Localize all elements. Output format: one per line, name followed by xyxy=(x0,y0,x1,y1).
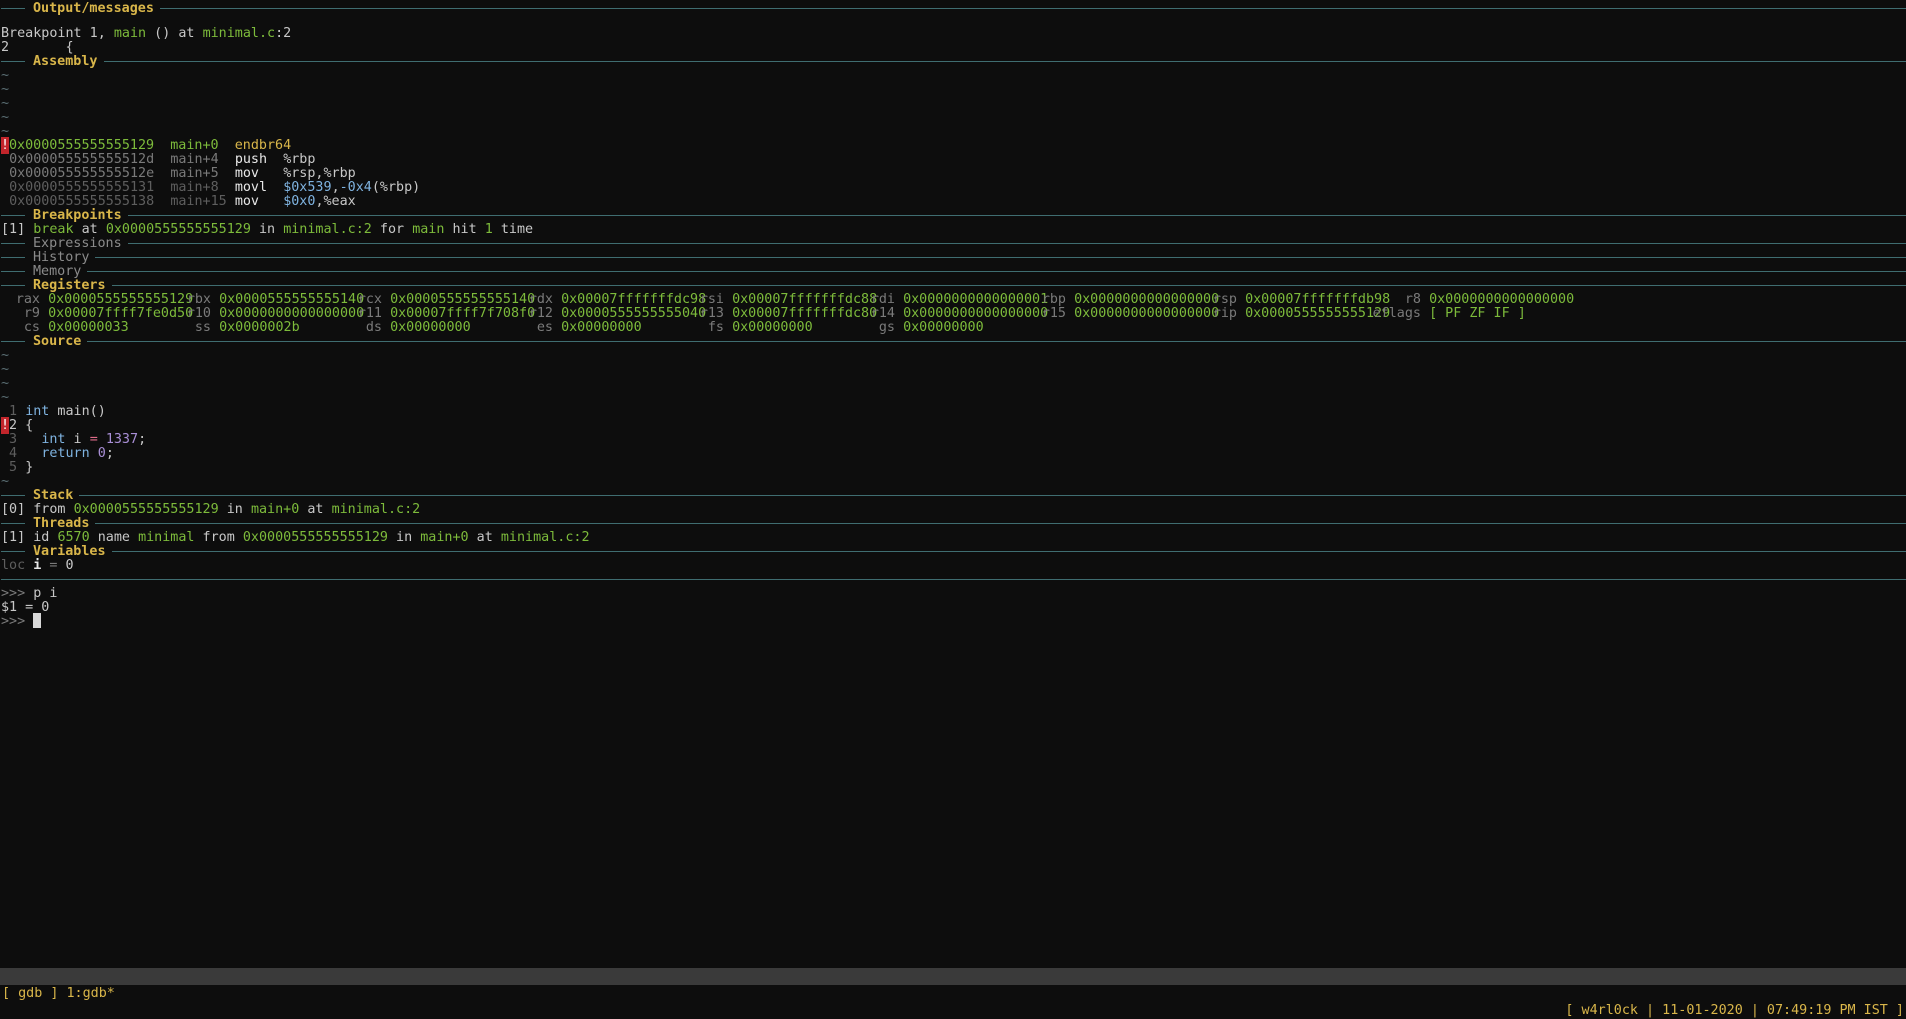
section-variables-header: Variables xyxy=(1,543,1906,560)
section-output-header: Output/messages xyxy=(1,0,1906,17)
status-user-datetime: [ w4rl0ck | 11-01-2020 | 07:49:19 PM IST… xyxy=(1565,1003,1904,1018)
source-code: int main() xyxy=(25,404,106,419)
source-code: return 0; xyxy=(25,446,114,461)
section-source-header: Source xyxy=(1,333,1906,350)
output-text: :2 xyxy=(275,26,292,41)
source-code: } xyxy=(25,460,33,475)
gdb-dashboard-terminal[interactable]: Output/messages Breakpoint 1, main () at… xyxy=(0,0,1906,968)
code-token: 0 xyxy=(97,446,106,461)
asm-register: (%rbp) xyxy=(371,180,421,195)
section-title: Output/messages xyxy=(33,1,154,16)
output-func: main xyxy=(113,26,147,41)
code-token: main() xyxy=(49,404,106,419)
tmux-status-bar: [ gdb ] 1:gdb* [ w4rl0ck | 11-01-2020 | … xyxy=(0,968,1906,1018)
code-token: ; xyxy=(138,432,147,447)
output-text: () at xyxy=(146,26,203,41)
code-token: } xyxy=(25,460,34,475)
console-input-line[interactable]: >>> xyxy=(1,613,42,630)
section-title: Assembly xyxy=(33,54,98,69)
dashboard-bottom-rule xyxy=(1,571,1906,588)
section-title: Source xyxy=(33,334,82,349)
console-prompt: >>> xyxy=(1,614,26,629)
output-file: minimal.c xyxy=(202,26,276,41)
code-token: return xyxy=(41,446,90,461)
section-assembly-header: Assembly xyxy=(1,53,1906,70)
status-session-window[interactable]: [ gdb ] 1:gdb* xyxy=(2,985,115,1002)
code-token: ; xyxy=(105,446,114,461)
text-cursor[interactable] xyxy=(33,613,42,628)
